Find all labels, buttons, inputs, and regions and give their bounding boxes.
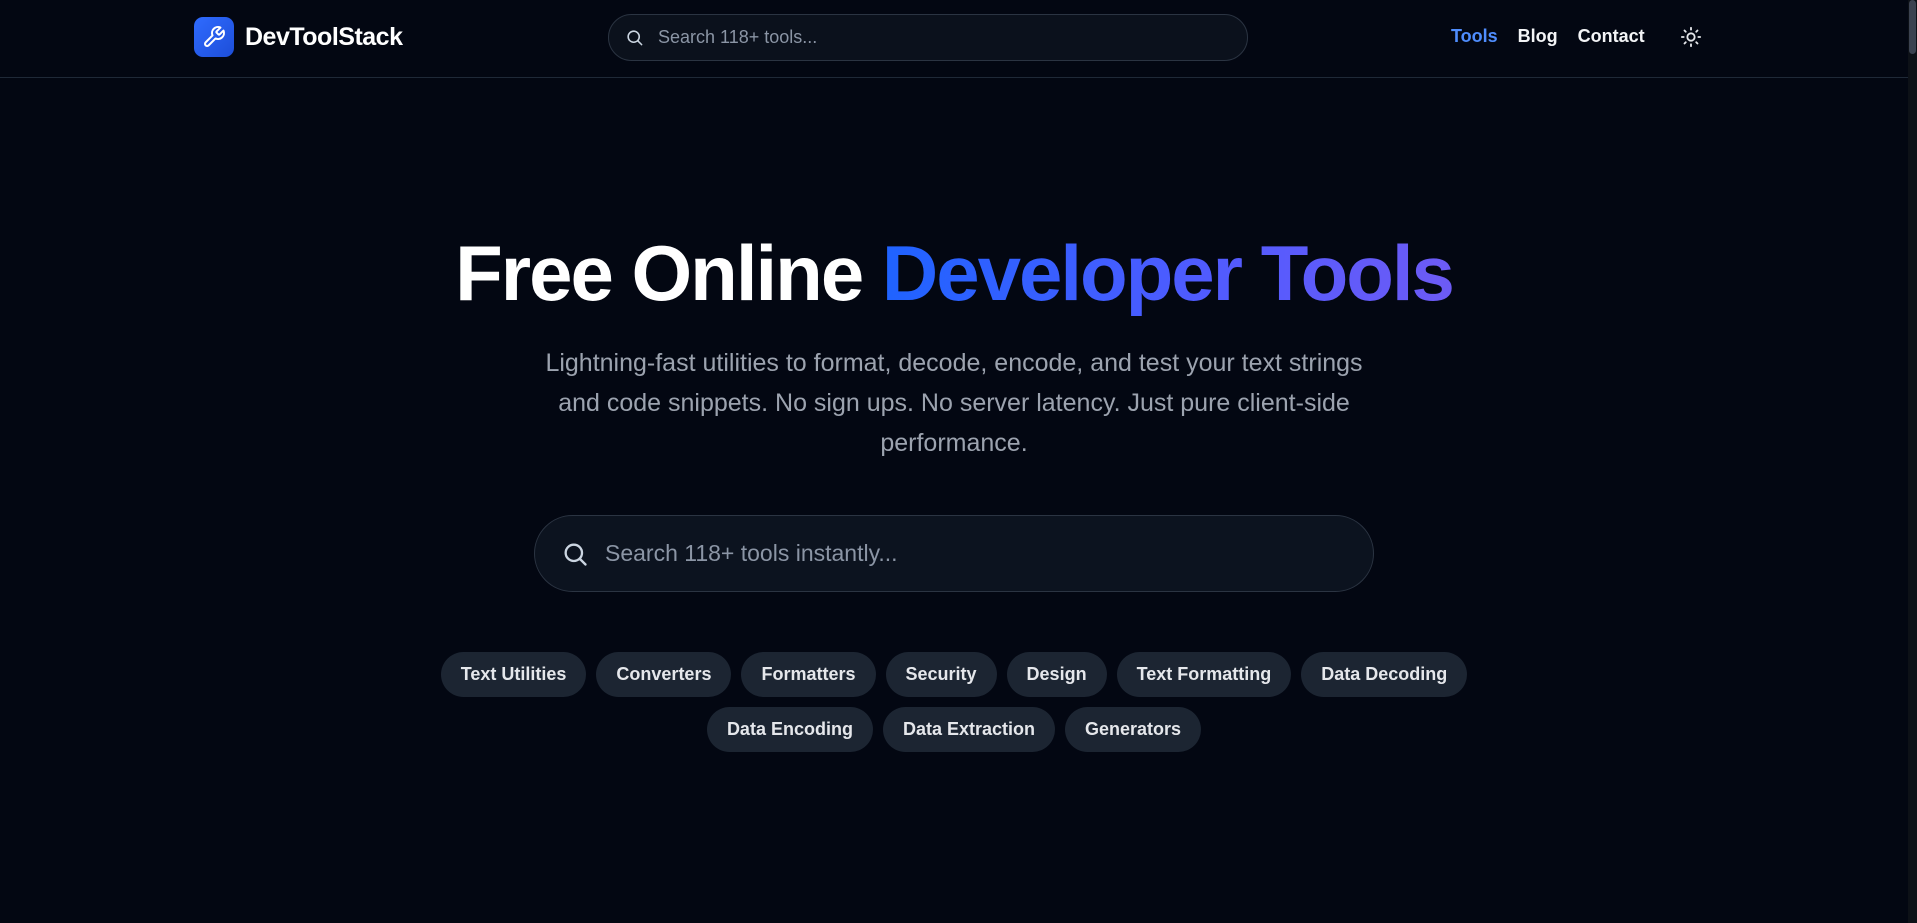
category-chip-formatters[interactable]: Formatters: [741, 652, 876, 697]
search-icon: [561, 540, 589, 568]
category-chip-data-decoding[interactable]: Data Decoding: [1301, 652, 1468, 697]
hero-search-input[interactable]: [605, 540, 1345, 567]
category-chip-text-formatting[interactable]: Text Formatting: [1116, 652, 1292, 697]
page-scrollbar[interactable]: [1908, 0, 1917, 923]
brand-name: DevToolStack: [245, 22, 403, 51]
category-chip-generators[interactable]: Generators: [1065, 707, 1202, 752]
header-search-input[interactable]: [658, 27, 1218, 48]
category-chip-security[interactable]: Security: [885, 652, 997, 697]
nav-link-blog[interactable]: Blog: [1518, 26, 1558, 47]
category-chip-text-utilities[interactable]: Text Utilities: [440, 652, 587, 697]
scrollbar-thumb[interactable]: [1909, 0, 1916, 54]
nav-link-contact[interactable]: Contact: [1578, 26, 1645, 47]
hero-title-highlight: Developer Tools: [881, 229, 1455, 317]
sun-icon: [1680, 26, 1702, 48]
hero-title-plain: Free Online: [455, 229, 882, 317]
site-header: DevToolStack Tools Blog Contact: [0, 0, 1908, 78]
category-chip-data-encoding[interactable]: Data Encoding: [706, 707, 873, 752]
category-chip-design[interactable]: Design: [1006, 652, 1107, 697]
hero-title: Free Online Developer Tools: [0, 228, 1908, 319]
header-search[interactable]: [608, 14, 1248, 61]
search-icon: [625, 28, 644, 47]
hero-subtitle: Lightning-fast utilities to format, deco…: [545, 349, 1363, 457]
category-chip-converters[interactable]: Converters: [596, 652, 732, 697]
page: DevToolStack Tools Blog Contact: [0, 0, 1917, 923]
hero-search[interactable]: [534, 515, 1374, 592]
theme-toggle-button[interactable]: [1677, 23, 1705, 51]
category-chip-data-extraction[interactable]: Data Extraction: [882, 707, 1055, 752]
wrench-icon: [194, 17, 234, 57]
brand-home-link[interactable]: DevToolStack: [194, 17, 403, 57]
nav-link-tools[interactable]: Tools: [1451, 26, 1498, 47]
main-nav: Tools Blog Contact: [1451, 26, 1645, 47]
category-filters: Text Utilities Converters Formatters Sec…: [430, 652, 1478, 752]
